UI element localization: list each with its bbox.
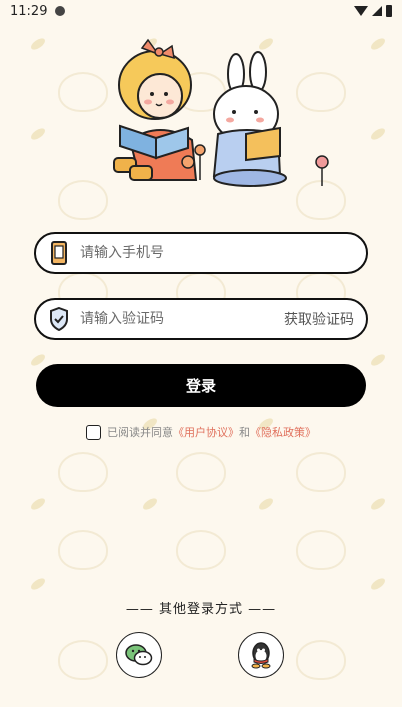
phone-icon [48,241,70,265]
agreement-row: 已阅读并同意 《用户协议》 和 《隐私政策》 [0,424,402,440]
login-button[interactable]: 登录 [36,364,366,407]
qq-icon [251,642,271,669]
privacy-policy-link[interactable]: 《隐私政策》 [250,424,316,440]
wechat-icon [125,644,153,666]
verification-code-input[interactable] [78,303,284,335]
notification-icon [55,6,66,16]
other-login-title: —— 其他登录方式 —— [125,602,277,617]
status-bar: 11:29 [0,0,402,22]
agreement-prefix: 已阅读并同意 [107,426,173,439]
wechat-login-button[interactable] [116,632,162,678]
battery-icon [386,5,392,17]
user-agreement-link[interactable]: 《用户协议》 [173,424,239,440]
phone-input[interactable] [78,237,354,269]
shield-icon [48,307,70,331]
code-input-row[interactable]: 获取验证码 [34,298,368,340]
agreement-and: 和 [239,426,250,439]
get-code-button[interactable]: 获取验证码 [284,309,354,329]
phone-input-row[interactable] [34,232,368,274]
status-icons [354,5,392,17]
agreement-checkbox[interactable] [86,424,101,440]
signal-icon [372,6,382,16]
wifi-icon [354,6,368,16]
status-time: 11:29 [10,3,48,19]
header-illustration [113,38,329,187]
qq-login-button[interactable] [238,632,284,678]
